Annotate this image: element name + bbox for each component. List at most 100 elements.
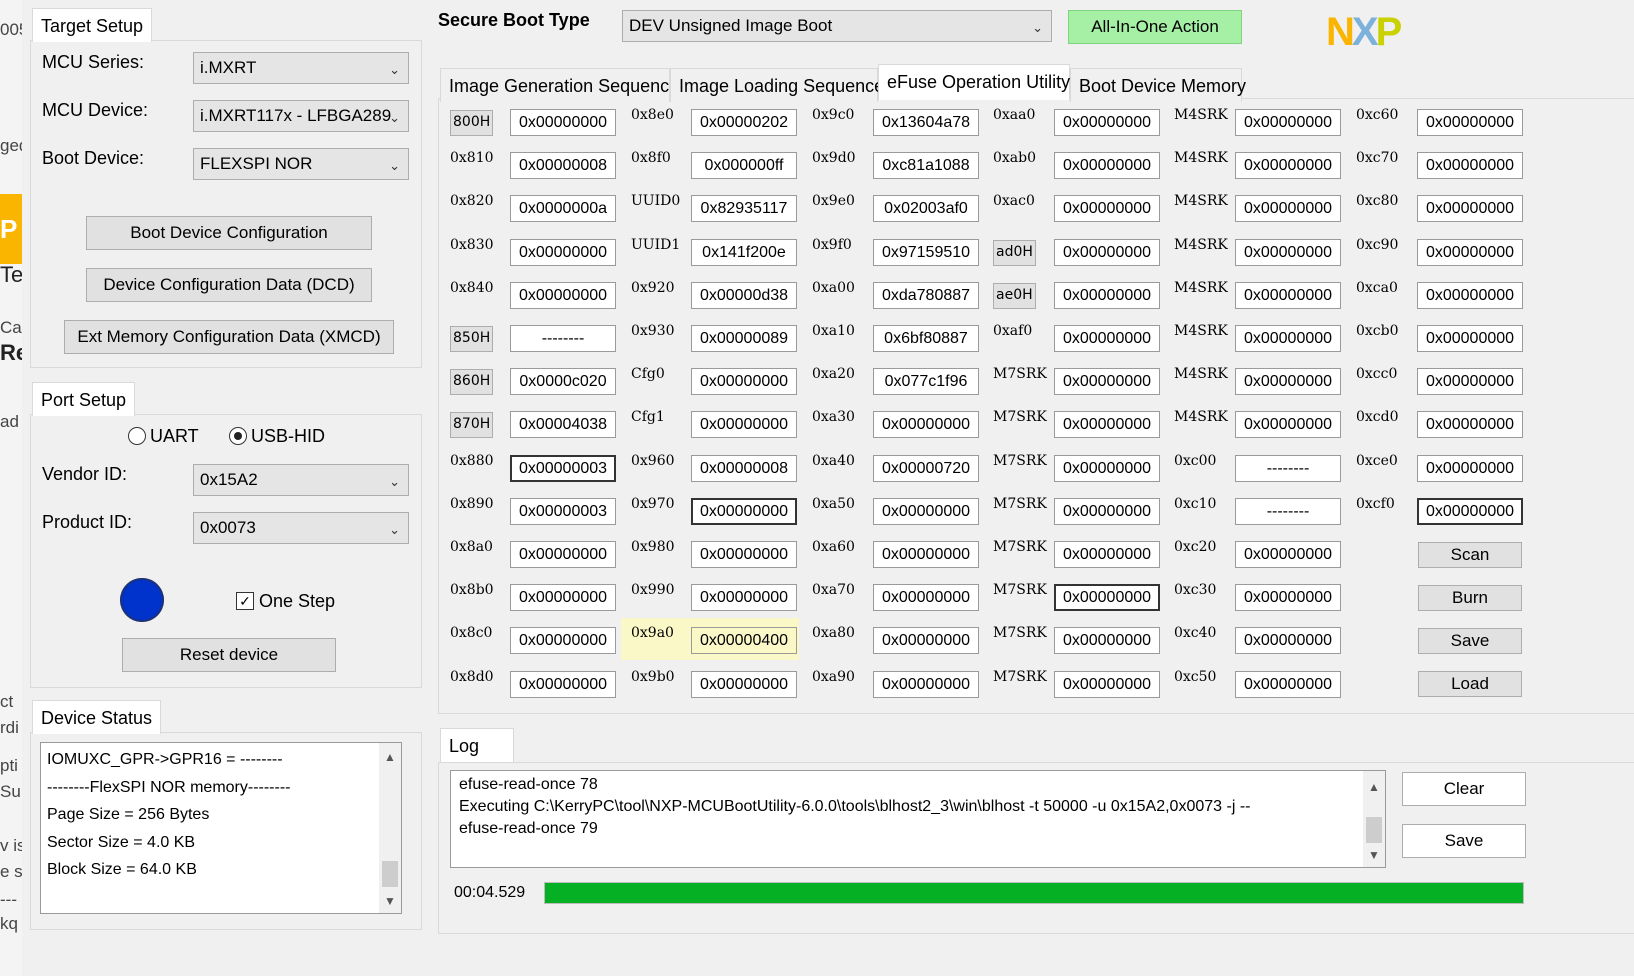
efuse-value-field[interactable]: 0x00000000 — [1235, 238, 1341, 266]
efuse-value-field[interactable]: 0x00000003 — [510, 497, 616, 525]
load-button[interactable]: Load — [1418, 671, 1522, 697]
efuse-value-field[interactable]: -------- — [1235, 497, 1341, 525]
dcd-button[interactable]: Device Configuration Data (DCD) — [86, 268, 372, 302]
efuse-value-field[interactable]: 0x00000720 — [873, 454, 979, 482]
boot-device-select[interactable]: FLEXSPI NOR ⌄ — [193, 148, 409, 180]
all-in-one-action-button[interactable]: All-In-One Action — [1068, 10, 1242, 44]
efuse-value-field[interactable]: 0x00000089 — [691, 325, 797, 352]
efuse-value-field[interactable]: 0x00000000 — [1235, 195, 1341, 223]
efuse-value-field[interactable]: 0x00000000 — [510, 281, 616, 309]
one-step-checkbox[interactable]: ✓ — [236, 592, 254, 610]
usb-hid-radio[interactable] — [229, 427, 247, 445]
efuse-value-field[interactable]: 0x82935117 — [691, 195, 797, 223]
efuse-value-field[interactable]: 0x00000000 — [1235, 109, 1341, 136]
efuse-value-field[interactable]: 0x00004038 — [510, 411, 616, 439]
efuse-value-field[interactable]: 0x00000000 — [1417, 368, 1523, 396]
efuse-value-field[interactable]: 0x00000000 — [510, 627, 616, 655]
tab-image-loading-sequence[interactable]: Image Loading Sequence — [670, 68, 884, 102]
efuse-value-field[interactable]: 0x00000000 — [873, 411, 979, 439]
efuse-value-field[interactable]: 0x00000000 — [873, 584, 979, 612]
efuse-value-field[interactable]: 0x00000000 — [1417, 152, 1523, 180]
efuse-value-field[interactable]: 0x00000000 — [1054, 195, 1160, 223]
reset-device-button[interactable]: Reset device — [122, 638, 336, 672]
efuse-value-field[interactable]: 0x0000c020 — [510, 368, 616, 396]
efuse-value-field[interactable]: 0x141f200e — [691, 238, 797, 266]
efuse-value-field[interactable]: 0x00000000 — [1417, 195, 1523, 223]
scroll-up-icon[interactable]: ▲ — [1363, 777, 1385, 797]
efuse-value-field[interactable]: 0x00000000 — [1417, 411, 1523, 439]
efuse-value-field[interactable]: 0x00000000 — [691, 497, 797, 525]
efuse-value-field[interactable]: 0x00000000 — [1235, 368, 1341, 396]
efuse-value-field[interactable]: 0x00000003 — [510, 454, 616, 482]
efuse-value-field[interactable]: -------- — [510, 325, 616, 352]
scroll-down-icon[interactable]: ▼ — [1363, 845, 1385, 865]
efuse-value-field[interactable]: 0x00000000 — [691, 670, 797, 698]
burn-button[interactable]: Burn — [1418, 585, 1522, 611]
efuse-value-field[interactable]: 0x00000000 — [1054, 411, 1160, 439]
efuse-value-field[interactable]: 0x00000000 — [1235, 152, 1341, 180]
efuse-value-field[interactable]: 0x00000000 — [1054, 541, 1160, 568]
scroll-thumb[interactable] — [382, 861, 398, 887]
efuse-value-field[interactable]: 0x00000000 — [1417, 109, 1523, 136]
vendor-id-select[interactable]: 0x15A2 ⌄ — [193, 464, 409, 496]
scroll-down-icon[interactable]: ▼ — [379, 891, 401, 911]
efuse-value-field[interactable]: 0x6bf80887 — [873, 325, 979, 352]
product-id-select[interactable]: 0x0073 ⌄ — [193, 512, 409, 544]
efuse-value-field[interactable]: 0x00000000 — [873, 497, 979, 525]
efuse-value-field[interactable]: 0x00000000 — [1417, 281, 1523, 309]
tab-efuse-operation-utility[interactable]: eFuse Operation Utility — [878, 64, 1070, 100]
efuse-value-field[interactable]: 0x00000000 — [873, 541, 979, 568]
efuse-value-field[interactable]: 0x13604a78 — [873, 109, 979, 136]
efuse-value-field[interactable]: 0x00000000 — [1054, 497, 1160, 525]
efuse-value-field[interactable]: 0x00000000 — [1054, 109, 1160, 136]
efuse-value-field[interactable]: 0x00000000 — [873, 627, 979, 655]
scroll-thumb[interactable] — [1366, 817, 1382, 843]
efuse-value-field[interactable]: 0x00000000 — [1054, 152, 1160, 180]
efuse-value-field[interactable]: 0x00000000 — [691, 411, 797, 439]
efuse-value-field[interactable]: 0x00000000 — [510, 238, 616, 266]
efuse-value-field[interactable]: 0x00000d38 — [691, 281, 797, 309]
efuse-value-field[interactable]: 0x97159510 — [873, 238, 979, 266]
efuse-value-field[interactable]: 0x00000000 — [1054, 281, 1160, 309]
efuse-value-field[interactable]: 0x00000000 — [1235, 325, 1341, 352]
log-textarea[interactable]: ▲ ▼ efuse-read-once 78 Executing C:\Kerry… — [450, 770, 1386, 868]
efuse-value-field[interactable]: 0x00000400 — [691, 627, 797, 655]
efuse-value-field[interactable]: 0x00000000 — [1054, 627, 1160, 655]
efuse-value-field[interactable]: 0x00000000 — [691, 584, 797, 612]
efuse-value-field[interactable]: 0x0000000a — [510, 195, 616, 223]
efuse-value-field[interactable]: 0x00000000 — [1235, 281, 1341, 309]
uart-radio[interactable] — [128, 427, 146, 445]
efuse-value-field[interactable]: -------- — [1235, 454, 1341, 482]
tab-image-generation-sequence[interactable]: Image Generation Sequence — [440, 68, 679, 102]
efuse-value-field[interactable]: 0x00000000 — [1054, 454, 1160, 482]
efuse-value-field[interactable]: 0x000000ff — [691, 152, 797, 180]
efuse-value-field[interactable]: 0x077c1f96 — [873, 368, 979, 396]
efuse-value-field[interactable]: 0x00000202 — [691, 109, 797, 136]
efuse-value-field[interactable]: 0x00000000 — [1235, 670, 1341, 698]
tab-boot-device-memory[interactable]: Boot Device Memory — [1070, 68, 1246, 102]
log-scrollbar[interactable]: ▲ ▼ — [1363, 771, 1385, 867]
scan-button[interactable]: Scan — [1418, 542, 1522, 568]
efuse-value-field[interactable]: 0x00000000 — [1235, 541, 1341, 568]
efuse-value-field[interactable]: 0x00000000 — [1235, 627, 1341, 655]
efuse-value-field[interactable]: 0x02003af0 — [873, 195, 979, 223]
efuse-value-field[interactable]: 0x00000000 — [510, 109, 616, 136]
efuse-value-field[interactable]: 0x00000000 — [1235, 411, 1341, 439]
efuse-value-field[interactable]: 0x00000000 — [1054, 368, 1160, 396]
efuse-value-field[interactable]: 0x00000000 — [1417, 454, 1523, 482]
secure-boot-type-select[interactable]: DEV Unsigned Image Boot ⌄ — [622, 10, 1052, 42]
efuse-value-field[interactable]: 0x00000000 — [1417, 238, 1523, 266]
efuse-value-field[interactable]: 0x00000000 — [873, 670, 979, 698]
efuse-value-field[interactable]: 0x00000000 — [1417, 497, 1523, 525]
scroll-up-icon[interactable]: ▲ — [379, 747, 401, 767]
efuse-value-field[interactable]: 0x00000008 — [510, 152, 616, 180]
efuse-value-field[interactable]: 0xc81a1088 — [873, 152, 979, 180]
efuse-value-field[interactable]: 0x00000000 — [1054, 584, 1160, 612]
efuse-value-field[interactable]: 0x00000000 — [1235, 584, 1341, 612]
efuse-value-field[interactable]: 0x00000000 — [1054, 325, 1160, 352]
log-clear-button[interactable]: Clear — [1402, 772, 1526, 806]
mcu-series-select[interactable]: i.MXRT ⌄ — [193, 52, 409, 84]
device-status-scrollbar[interactable]: ▲ ▼ — [379, 743, 401, 913]
efuse-value-field[interactable]: 0x00000008 — [691, 454, 797, 482]
efuse-value-field[interactable]: 0x00000000 — [510, 584, 616, 612]
